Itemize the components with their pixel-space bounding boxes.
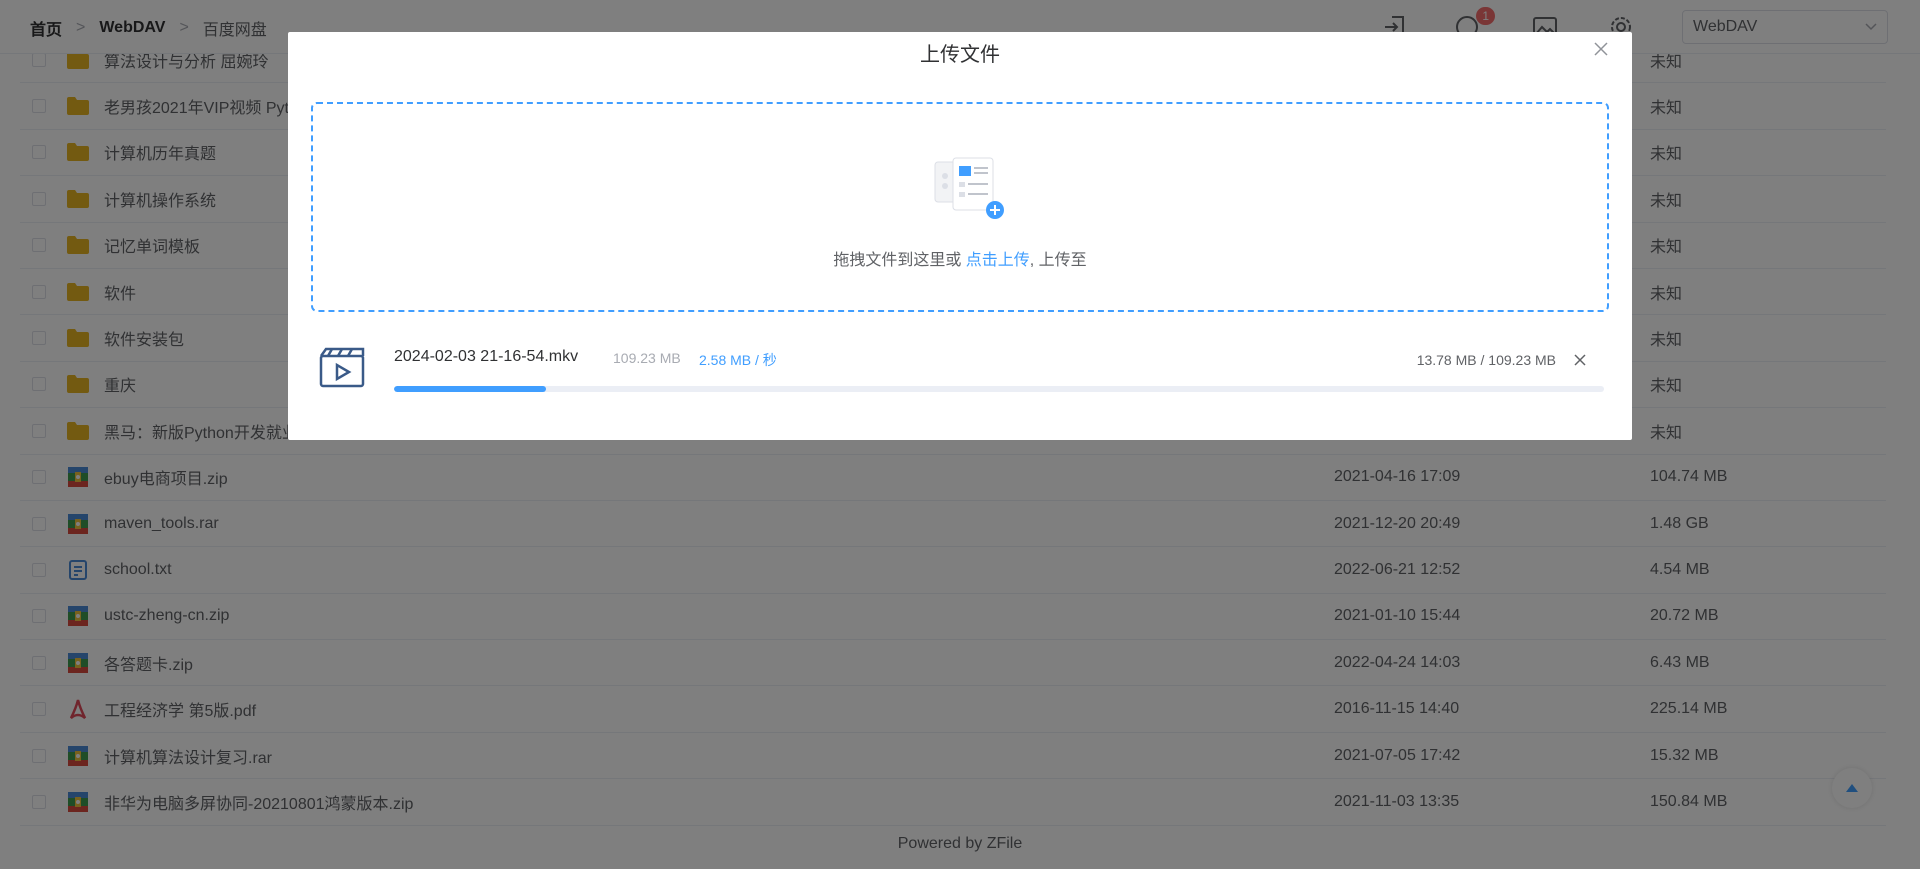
dialog-title: 上传文件 xyxy=(920,44,1000,66)
dropzone-text: 拖拽文件到这里或 点击上传, 上传至 xyxy=(313,246,1607,270)
upload-item: 2024-02-03 21-16-54.mkv 109.23 MB 2.58 M… xyxy=(318,346,1608,406)
click-upload-link[interactable]: 点击上传 xyxy=(966,252,1030,269)
dropzone-prompt: 拖拽文件到这里或 xyxy=(833,252,966,269)
upload-speed: 2.58 MB / 秒 xyxy=(699,352,777,368)
upload-files-icon xyxy=(931,154,1011,231)
close-icon[interactable] xyxy=(1592,40,1610,58)
upload-filename: 2024-02-03 21-16-54.mkv xyxy=(394,348,579,365)
cancel-upload-icon[interactable] xyxy=(1572,352,1588,368)
upload-dialog: 上传文件 拖拽文件到这里或 点击上传, 上传至 2024-02-03 21-16… xyxy=(288,32,1632,440)
upload-dropzone[interactable]: 拖拽文件到这里或 点击上传, 上传至 xyxy=(311,102,1609,312)
dropzone-suffix: , 上传至 xyxy=(1029,252,1087,269)
upload-progress-bar xyxy=(394,386,1604,392)
upload-filesize: 109.23 MB xyxy=(613,350,681,366)
upload-progress-fill xyxy=(394,386,547,392)
upload-progress-text: 13.78 MB / 109.23 MB xyxy=(1416,352,1556,368)
video-file-icon xyxy=(318,346,366,395)
